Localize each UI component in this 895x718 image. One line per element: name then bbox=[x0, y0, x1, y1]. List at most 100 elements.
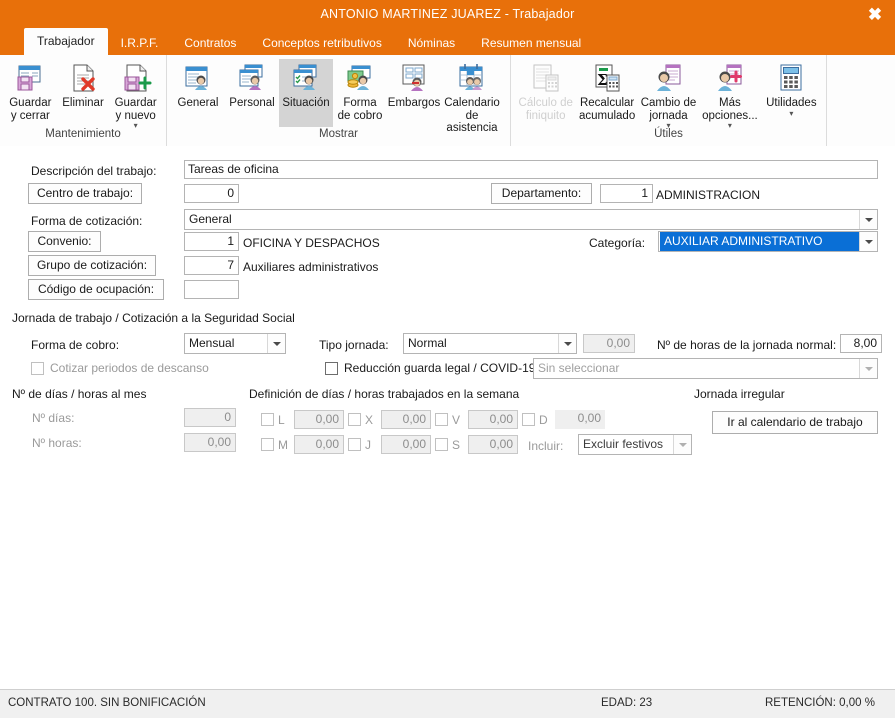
day-row-j[interactable]: J 0,00 bbox=[348, 435, 431, 454]
tab-resumen-mensual[interactable]: Resumen mensual bbox=[468, 32, 594, 55]
ribbon-button-eliminar[interactable]: Eliminar bbox=[57, 59, 110, 110]
horas-jornada-normal-input[interactable]: 8,00 bbox=[840, 334, 882, 353]
ribbon-group-title: Mantenimiento bbox=[45, 128, 121, 140]
reduccion-guarda-legal-select[interactable]: Sin seleccionar bbox=[533, 358, 878, 379]
tab-contratos[interactable]: Contratos bbox=[171, 32, 249, 55]
ribbon-button-forma-de-cobro[interactable]: Forma de cobro bbox=[333, 59, 387, 122]
calendar-attendance-icon bbox=[455, 61, 489, 95]
forma-cobro-select[interactable]: Mensual bbox=[184, 333, 286, 354]
reduccion-guarda-legal-label: Reducción guarda legal / COVID-19 bbox=[344, 361, 536, 375]
day-value-l: 0,00 bbox=[294, 410, 344, 429]
ribbon-button-label: Eliminar bbox=[62, 97, 104, 109]
reduccion-guarda-legal-row[interactable]: Reducción guarda legal / COVID-19 bbox=[325, 361, 535, 375]
ribbon-button-calculo-de-finiquito: Cálculo de finiquito bbox=[515, 59, 576, 122]
centro-trabajo-button[interactable]: Centro de trabajo: bbox=[28, 183, 142, 204]
convenio-button[interactable]: Convenio: bbox=[28, 231, 101, 252]
ir-al-calendario-trabajo-button[interactable]: Ir al calendario de trabajo bbox=[712, 411, 878, 434]
tab-nominas[interactable]: Nóminas bbox=[395, 32, 468, 55]
tab-trabajador[interactable]: Trabajador bbox=[24, 28, 108, 55]
forma-cobro-value: Mensual bbox=[189, 336, 235, 350]
day-value-s: 0,00 bbox=[468, 435, 518, 454]
convenio-code-input[interactable]: 1 bbox=[184, 232, 239, 251]
embargos-document-icon bbox=[397, 61, 431, 95]
close-icon[interactable]: ✖ bbox=[855, 0, 895, 28]
chevron-down-icon[interactable] bbox=[859, 359, 877, 378]
ribbon-button-guardar-y-cerrar[interactable]: Guardar y cerrar bbox=[4, 59, 57, 122]
codigo-ocupacion-input[interactable] bbox=[184, 280, 239, 299]
descripcion-trabajo-input[interactable]: Tareas de oficina bbox=[184, 160, 878, 179]
chevron-down-icon[interactable] bbox=[859, 210, 877, 229]
reduccion-guarda-legal-value: Sin seleccionar bbox=[538, 361, 620, 375]
cotizar-descanso-checkbox[interactable] bbox=[31, 361, 44, 375]
codigo-ocupacion-button[interactable]: Código de ocupación: bbox=[28, 279, 164, 300]
chevron-down-icon[interactable] bbox=[859, 232, 877, 251]
day-row-l[interactable]: L 0,00 bbox=[261, 410, 344, 429]
incluir-value: Excluir festivos bbox=[583, 437, 664, 451]
reduccion-guarda-legal-checkbox[interactable] bbox=[325, 361, 338, 375]
day-letter-s: S bbox=[452, 437, 461, 452]
ribbon-button-cambio-de-jornada[interactable]: Cambio de jornada ▾ bbox=[638, 59, 699, 130]
personal-person-icon bbox=[235, 61, 269, 95]
day-row-m[interactable]: M 0,00 bbox=[261, 435, 344, 454]
cotizar-descanso-row[interactable]: Cotizar periodos de descanso bbox=[31, 361, 209, 375]
window-titlebar: ANTONIO MARTINEZ JUAREZ - Trabajador ✖ bbox=[0, 0, 895, 28]
day-checkbox-d[interactable] bbox=[522, 413, 535, 426]
ribbon-button-recalcular-acumulado[interactable]: Σ Recalcular acumulado bbox=[576, 59, 637, 122]
day-checkbox-v[interactable] bbox=[435, 413, 448, 426]
categoria-select[interactable]: AUXILIAR ADMINISTRATIVO bbox=[658, 231, 878, 252]
day-row-s[interactable]: S 0,00 bbox=[435, 435, 518, 454]
ribbon-button-situacion[interactable]: Situación bbox=[279, 59, 333, 127]
chevron-down-icon[interactable]: ▾ bbox=[789, 109, 793, 118]
day-letter-m: M bbox=[278, 437, 288, 452]
departamento-name-text: ADMINISTRACION bbox=[656, 188, 761, 202]
tipo-jornada-label: Tipo jornada: bbox=[319, 338, 389, 352]
ribbon-button-label: Cambio de jornada bbox=[640, 97, 697, 122]
ribbon-button-calendario-de-asistencia[interactable]: Calendario de asistencia bbox=[441, 59, 503, 135]
grupo-cotizacion-code-input[interactable]: 7 bbox=[184, 256, 239, 275]
ribbon-button-mas-opciones[interactable]: Más opciones... ▾ bbox=[699, 59, 760, 130]
day-checkbox-x[interactable] bbox=[348, 413, 361, 426]
chevron-down-icon[interactable] bbox=[673, 435, 691, 454]
grupo-cotizacion-name-text: Auxiliares administrativos bbox=[243, 260, 379, 274]
day-row-v[interactable]: V 0,00 bbox=[435, 410, 518, 429]
day-checkbox-j[interactable] bbox=[348, 438, 361, 451]
num-dias-input: 0 bbox=[184, 408, 236, 427]
status-contrato: CONTRATO 100. SIN BONIFICACIÓN bbox=[8, 697, 206, 709]
day-letter-v: V bbox=[452, 412, 461, 427]
ribbon-button-general[interactable]: General bbox=[171, 59, 225, 110]
ribbon-group-utiles: Cálculo de finiquito Σ Recalcular acumul… bbox=[510, 55, 826, 146]
situacion-person-icon bbox=[289, 61, 323, 95]
ribbon-button-personal[interactable]: Personal bbox=[225, 59, 279, 110]
tipo-jornada-select[interactable]: Normal bbox=[403, 333, 577, 354]
forma-cotizacion-select[interactable]: General bbox=[184, 209, 878, 230]
payment-money-icon bbox=[343, 61, 377, 95]
day-row-d[interactable]: D 0,00 bbox=[522, 410, 605, 429]
departamento-code-input[interactable]: 1 bbox=[600, 184, 653, 203]
num-dias-label: Nº días: bbox=[32, 411, 75, 425]
grupo-cotizacion-button[interactable]: Grupo de cotización: bbox=[28, 255, 156, 276]
shift-change-icon bbox=[652, 61, 686, 95]
chevron-down-icon[interactable] bbox=[558, 334, 576, 353]
tab-irpf[interactable]: I.R.P.F. bbox=[108, 32, 172, 55]
ribbon-button-utilidades[interactable]: Utilidades ▾ bbox=[761, 59, 822, 118]
ribbon-button-guardar-y-nuevo[interactable]: Guardar y nuevo ▾ bbox=[109, 59, 162, 130]
day-row-x[interactable]: X 0,00 bbox=[348, 410, 431, 429]
ribbon-button-embargos[interactable]: Embargos bbox=[387, 59, 441, 110]
incluir-select[interactable]: Excluir festivos bbox=[578, 434, 692, 455]
day-checkbox-m[interactable] bbox=[261, 438, 274, 451]
chevron-down-icon[interactable] bbox=[267, 334, 285, 353]
ribbon-toolbar: Guardar y cerrar Eliminar Guardar y nuev… bbox=[0, 55, 895, 147]
day-checkbox-s[interactable] bbox=[435, 438, 448, 451]
svg-text:Σ: Σ bbox=[597, 71, 608, 89]
day-checkbox-l[interactable] bbox=[261, 413, 274, 426]
delete-document-icon bbox=[66, 61, 100, 95]
ribbon-button-label: Forma de cobro bbox=[337, 97, 383, 122]
ribbon-button-label: Cálculo de finiquito bbox=[518, 97, 573, 122]
ribbon-button-label: Embargos bbox=[387, 97, 441, 109]
day-letter-j: J bbox=[365, 437, 371, 452]
cotizar-descanso-label: Cotizar periodos de descanso bbox=[50, 361, 209, 375]
centro-trabajo-input[interactable]: 0 bbox=[184, 184, 239, 203]
categoria-label: Categoría: bbox=[589, 236, 646, 250]
tab-conceptos-retributivos[interactable]: Conceptos retributivos bbox=[249, 32, 394, 55]
departamento-button[interactable]: Departamento: bbox=[491, 183, 592, 204]
